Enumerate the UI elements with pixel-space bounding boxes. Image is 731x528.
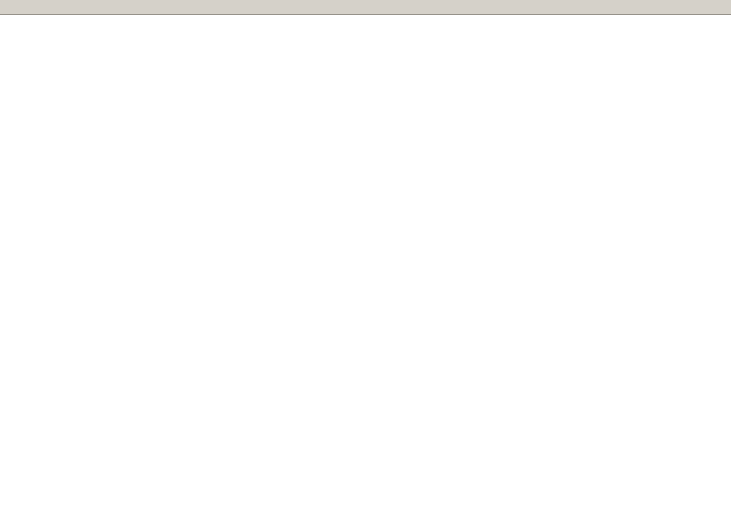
fragment-analysis-app: { "header": { "columns": [ {"label": "Sa…	[0, 0, 731, 528]
column-header-row	[0, 0, 731, 15]
